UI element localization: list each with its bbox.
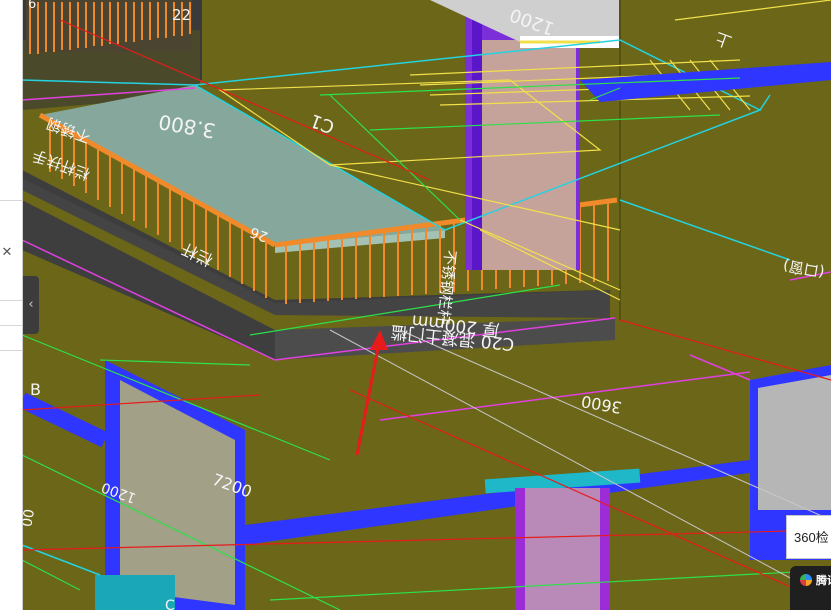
panel-collapse-button[interactable]: ‹ xyxy=(23,276,39,334)
panel-divider xyxy=(0,200,22,201)
toast-text: 腾讯 xyxy=(816,575,831,587)
grid-axis-c: C xyxy=(165,598,175,610)
popup-text: 360检 xyxy=(794,530,829,545)
grid-axis-b: B xyxy=(30,380,41,399)
toast-notification[interactable]: 腾讯 xyxy=(790,566,831,610)
dim-22: 22 xyxy=(172,6,191,24)
railing-top-left xyxy=(26,0,192,54)
chevron-left-icon: ‹ xyxy=(28,297,34,312)
panel-divider xyxy=(0,350,22,351)
panel-divider xyxy=(0,300,22,301)
app-logo-icon xyxy=(800,574,812,586)
close-icon[interactable]: ✕ xyxy=(0,244,14,262)
panel-divider xyxy=(0,325,22,326)
antivirus-popup[interactable]: 360检 xyxy=(786,515,831,559)
left-panel-strip: ✕ xyxy=(0,0,23,610)
grid-axis-6: 6 xyxy=(28,0,36,12)
cad-3d-viewport[interactable]: 22 6 1200 7200 1200 B C 00 3.800 3600 26… xyxy=(0,0,831,610)
